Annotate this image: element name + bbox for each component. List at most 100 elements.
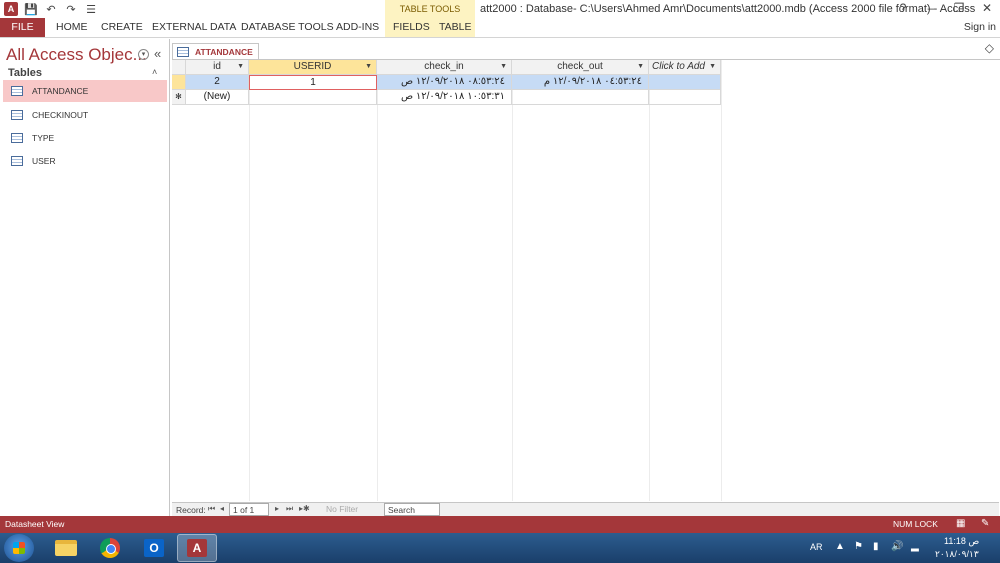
taskbar-chrome[interactable] — [90, 534, 130, 562]
save-icon[interactable]: 💾 — [24, 3, 38, 16]
nav-item-type[interactable]: TYPE — [3, 127, 167, 149]
current-record-field[interactable]: 1 of 1 — [229, 503, 269, 516]
last-record-icon[interactable]: ⏭ — [286, 504, 293, 514]
new-record-selector[interactable]: ✻ — [172, 90, 186, 105]
new-record-icon[interactable]: ▸✱ — [299, 504, 310, 513]
tab-table[interactable]: TABLE — [431, 18, 479, 36]
nav-item-attandance[interactable]: ATTANDANCE — [3, 80, 167, 102]
help-button[interactable]: ? — [896, 1, 910, 15]
quick-access-toolbar: A 💾 ↶ ↷ ☰ — [4, 2, 98, 16]
title-bar: A 💾 ↶ ↷ ☰ att2000 : Database- C:\Users\A… — [0, 0, 1000, 18]
tab-external-data[interactable]: EXTERNAL DATA — [144, 18, 244, 36]
nav-item-checkinout[interactable]: CHECKINOUT — [3, 104, 167, 126]
column-header-label: Click to Add — [652, 61, 705, 72]
cell-userid[interactable] — [249, 90, 377, 105]
nav-item-label: CHECKINOUT — [32, 110, 89, 120]
dropdown-arrow-icon[interactable]: ▼ — [500, 60, 507, 74]
search-input[interactable]: Search — [384, 503, 440, 516]
restore-button[interactable]: ❐ — [952, 1, 966, 15]
dropdown-arrow-icon[interactable]: ▼ — [637, 60, 644, 74]
table-tools-label: TABLE TOOLS — [399, 4, 461, 14]
column-header-label: id — [213, 61, 221, 72]
cell-id[interactable]: (New) — [186, 90, 249, 105]
access-icon: A — [187, 539, 207, 557]
table-icon — [11, 133, 23, 143]
dropdown-arrow-icon[interactable]: ▼ — [237, 60, 244, 74]
next-record-icon[interactable]: ▸ — [275, 504, 279, 513]
sign-in-link[interactable]: Sign in — [964, 21, 996, 33]
close-button[interactable]: ✕ — [980, 1, 994, 15]
record-selector[interactable] — [172, 75, 186, 90]
folder-icon — [55, 540, 77, 556]
minimize-button[interactable]: – — [924, 1, 938, 15]
dropdown-arrow-icon[interactable]: ▼ — [709, 60, 716, 74]
column-header-label: USERID — [293, 61, 332, 72]
table-icon — [177, 46, 189, 57]
cell-check-in[interactable]: ١٠:٥٣:٣١ ١٢/٠٩/٢٠١٨ ص — [377, 90, 512, 105]
tab-database-tools[interactable]: DATABASE TOOLS — [233, 18, 342, 36]
tab-create[interactable]: CREATE — [93, 18, 151, 36]
access-app-icon[interactable]: A — [4, 2, 18, 16]
column-header-check-in[interactable]: check_in ▼ — [377, 60, 512, 75]
power-icon[interactable]: ▮ — [873, 541, 879, 552]
cell-check-in[interactable]: ٠٨:٥٣:٢٤ ١٢/٠٩/٢٠١٨ ص — [377, 75, 512, 90]
tab-home[interactable]: HOME — [48, 18, 96, 36]
numlock-indicator: NUM LOCK — [893, 519, 938, 529]
outlook-icon: O — [144, 539, 164, 557]
cell-id[interactable]: 2 — [186, 75, 249, 90]
tab-fields[interactable]: FIELDS — [385, 18, 438, 36]
start-button[interactable] — [4, 534, 34, 562]
network-icon[interactable]: ▂ — [911, 541, 919, 552]
cell-check-out[interactable]: ٠٤:٥٣:٢٤ ١٢/٠٩/٢٠١٨ م — [512, 75, 649, 90]
taskbar-access[interactable]: A — [177, 534, 217, 562]
nav-pane-dropdown-icon[interactable]: ▾ — [138, 49, 149, 60]
record-label: Record: — [176, 505, 206, 515]
nav-item-label: TYPE — [32, 133, 55, 143]
cell-check-out[interactable] — [512, 90, 649, 105]
document-tab-attandance[interactable]: ATTANDANCE — [172, 43, 259, 59]
redo-icon[interactable]: ↷ — [64, 3, 78, 16]
nav-group-tables[interactable]: Tables — [8, 67, 42, 79]
clock-time[interactable]: 11:18 ص — [944, 536, 979, 547]
cell-click-to-add[interactable] — [649, 75, 721, 90]
ribbon-expand-icon[interactable]: ◇ — [985, 41, 994, 55]
previous-record-icon[interactable]: ◂ — [220, 504, 224, 513]
column-header-userid[interactable]: USERID ▼ — [249, 60, 377, 75]
nav-item-user[interactable]: USER — [3, 150, 167, 172]
undo-icon[interactable]: ↶ — [44, 3, 58, 16]
windows-taskbar: O A AR ▲ ⚑ ▮ 🔊 ▂ 11:18 ص ٢٠١٨/٠٩/١٣ — [0, 533, 1000, 563]
column-header-id[interactable]: id ▼ — [186, 60, 249, 75]
customize-qat-icon[interactable]: ☰ — [84, 3, 98, 16]
column-header-check-out[interactable]: check_out ▼ — [512, 60, 649, 75]
table-icon — [11, 86, 23, 96]
first-record-icon[interactable]: ⏮ — [208, 504, 215, 514]
tab-add-ins[interactable]: ADD-INS — [328, 18, 387, 36]
clock-date[interactable]: ٢٠١٨/٠٩/١٣ — [935, 549, 979, 560]
action-center-icon[interactable]: ⚑ — [854, 541, 863, 552]
nav-item-label: ATTANDANCE — [32, 86, 89, 96]
taskbar-outlook[interactable]: O — [134, 534, 174, 562]
status-bar: Datasheet View NUM LOCK ▦ ✎ — [0, 516, 1000, 533]
record-navigator: Record: ⏮ ◂ 1 of 1 ▸ ⏭ ▸✱ No Filter Sear… — [172, 502, 999, 516]
cell-click-to-add[interactable] — [649, 90, 721, 105]
window-controls: ? – ❐ ✕ — [896, 1, 994, 15]
navigation-pane: All Access Objec... ▾ « Tables ˄ ATTANDA… — [0, 39, 170, 516]
language-indicator[interactable]: AR — [810, 542, 823, 552]
view-status: Datasheet View — [5, 519, 65, 529]
show-hidden-icons-icon[interactable]: ▲ — [835, 541, 845, 552]
no-filter-button[interactable]: No Filter — [326, 504, 358, 514]
volume-icon[interactable]: 🔊 — [891, 541, 903, 552]
shutter-bar-icon[interactable]: « — [154, 46, 161, 61]
cell-userid[interactable]: 1 — [249, 75, 377, 90]
nav-pane-title[interactable]: All Access Objec... — [6, 45, 147, 65]
taskbar-explorer[interactable] — [46, 534, 86, 562]
column-header-click-to-add[interactable]: Click to Add ▼ — [649, 60, 721, 75]
tab-file[interactable]: FILE — [0, 18, 45, 37]
datasheet-grid: id ▼ USERID ▼ check_in ▼ check_out ▼ Click t… — [172, 60, 999, 501]
collapse-group-icon[interactable]: ˄ — [152, 67, 157, 77]
dropdown-arrow-icon[interactable]: ▼ — [365, 60, 372, 74]
datasheet-view-icon[interactable]: ▦ — [956, 518, 965, 529]
select-all-cell[interactable] — [172, 60, 186, 75]
nav-item-label: USER — [32, 156, 56, 166]
design-view-icon[interactable]: ✎ — [981, 518, 989, 529]
